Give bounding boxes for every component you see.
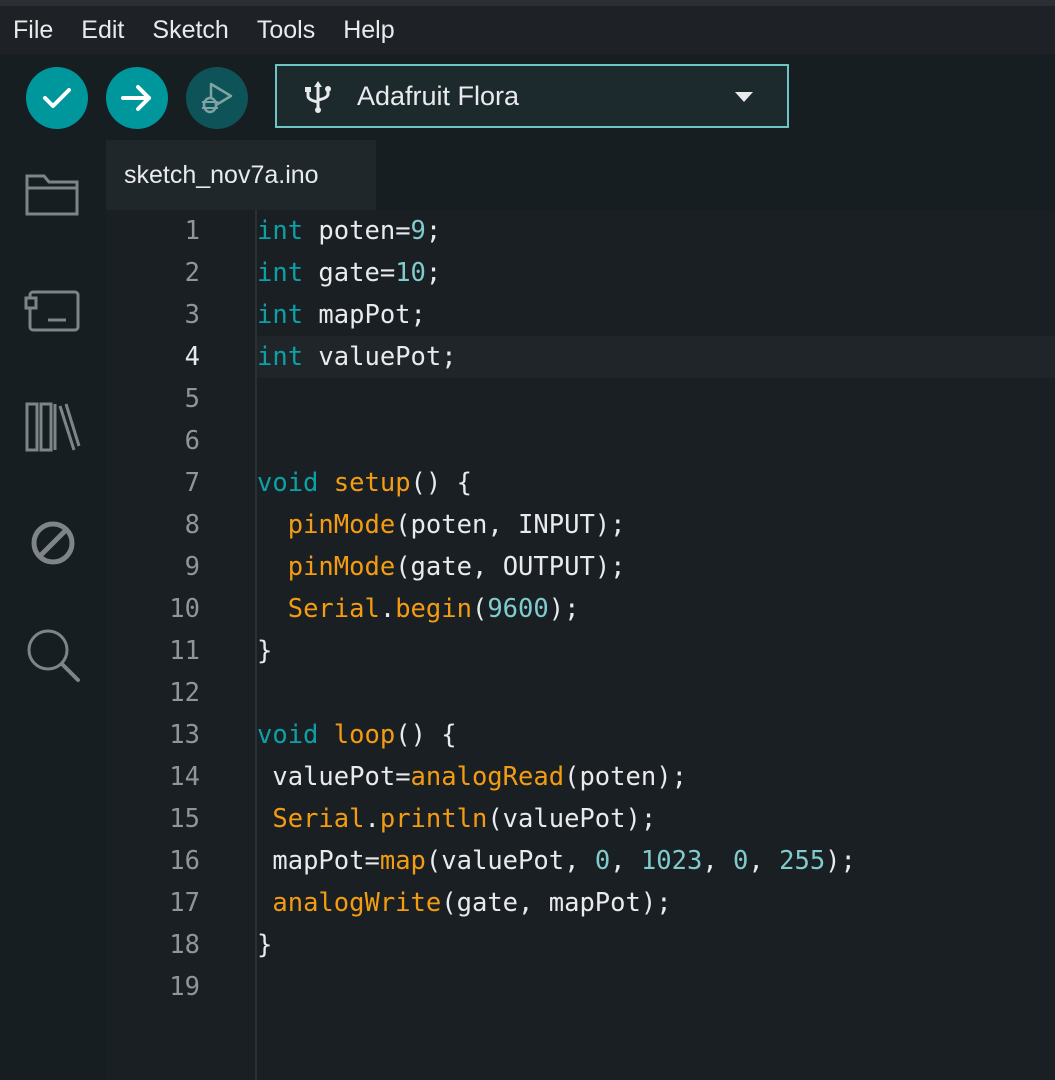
sidebar	[0, 140, 106, 1080]
line-text: void loop() {	[257, 720, 457, 750]
menu-tools[interactable]: Tools	[243, 10, 329, 50]
code-line[interactable]: 19	[106, 966, 1055, 1008]
line-text: int valuePot;	[257, 336, 1055, 378]
code-line[interactable]: 3 int mapPot;	[106, 294, 1055, 336]
line-number: 14	[169, 762, 200, 792]
menu-file[interactable]: File	[0, 10, 67, 50]
checkmark-icon	[43, 88, 71, 108]
menu-help[interactable]: Help	[329, 10, 408, 50]
debug-play-icon	[202, 82, 233, 114]
code-line[interactable]: 1 int poten=9;	[106, 210, 1055, 252]
line-text: int gate=10;	[257, 258, 442, 288]
sketchbook-icon[interactable]	[24, 170, 82, 218]
boards-manager-icon[interactable]	[24, 286, 82, 334]
verify-button[interactable]	[26, 67, 88, 129]
tab-sketch-file[interactable]: sketch_nov7a.ino	[106, 140, 376, 210]
line-number: 8	[184, 510, 200, 540]
line-text: valuePot=analogRead(poten);	[272, 762, 687, 792]
library-manager-icon[interactable]	[24, 398, 82, 454]
line-text: analogWrite(gate, mapPot);	[272, 888, 672, 918]
line-text: }	[257, 636, 273, 666]
line-number: 5	[184, 384, 200, 414]
line-number: 1	[184, 216, 200, 246]
code-line[interactable]: 11}	[106, 630, 1055, 672]
code-line[interactable]: 10 Serial.begin(9600);	[106, 588, 1055, 630]
line-number: 15	[169, 804, 200, 834]
line-text: pinMode(poten, INPUT);	[287, 510, 626, 540]
code-line[interactable]: 6	[106, 420, 1055, 462]
line-number: 7	[184, 468, 200, 498]
code-line[interactable]: 5	[106, 378, 1055, 420]
tab-bar: sketch_nov7a.ino	[106, 140, 1055, 210]
code-line[interactable]: 9 pinMode(gate, OUTPUT);	[106, 546, 1055, 588]
chevron-down-icon	[735, 92, 753, 102]
code-line[interactable]: 17 analogWrite(gate, mapPot);	[106, 882, 1055, 924]
upload-button[interactable]	[106, 67, 168, 129]
code-line[interactable]: 13 void loop() {	[106, 714, 1055, 756]
line-text: }	[257, 930, 273, 960]
line-number: 18	[169, 930, 200, 960]
line-text: pinMode(gate, OUTPUT);	[287, 552, 626, 582]
line-number: 10	[169, 594, 200, 624]
code-line[interactable]: 14 valuePot=analogRead(poten);	[106, 756, 1055, 798]
code-line[interactable]: 15 Serial.println(valuePot);	[106, 798, 1055, 840]
code-line[interactable]: 4 int valuePot;	[106, 336, 1055, 378]
line-text: void setup() {	[257, 468, 472, 498]
line-number: 3	[184, 300, 200, 330]
code-line[interactable]: 18}	[106, 924, 1055, 966]
line-text: Serial.println(valuePot);	[272, 804, 657, 834]
board-selector[interactable]: Adafruit Flora	[275, 64, 789, 128]
board-name: Adafruit Flora	[357, 81, 520, 111]
code-line[interactable]: 12	[106, 672, 1055, 714]
line-number: 4	[184, 342, 200, 372]
line-number: 17	[169, 888, 200, 918]
line-number: 13	[169, 720, 200, 750]
menu-sketch[interactable]: Sketch	[138, 10, 242, 50]
code-line[interactable]: 2 int gate=10;	[106, 252, 1055, 294]
toolbar: Adafruit Flora	[0, 54, 1055, 140]
code-line[interactable]: 16 mapPot=map(valuePot, 0, 1023, 0, 255)…	[106, 840, 1055, 882]
code-line[interactable]: 7 void setup() {	[106, 462, 1055, 504]
line-number: 11	[169, 636, 200, 666]
line-number: 16	[169, 846, 200, 876]
debug-icon[interactable]	[24, 518, 82, 568]
menu-edit[interactable]: Edit	[67, 10, 138, 50]
line-text: int poten=9;	[257, 216, 442, 246]
search-icon[interactable]	[24, 626, 82, 684]
line-number: 9	[184, 552, 200, 582]
usb-icon	[305, 81, 331, 113]
line-number: 6	[184, 426, 200, 456]
debug-button[interactable]	[186, 67, 248, 129]
line-text: Serial.begin(9600);	[287, 594, 580, 624]
code-line[interactable]: 8 pinMode(poten, INPUT);	[106, 504, 1055, 546]
line-text: mapPot=map(valuePot, 0, 1023, 0, 255);	[272, 846, 856, 876]
code-editor[interactable]: 1 int poten=9; 2 int gate=10; 3 int mapPot; 4 i…	[106, 210, 1055, 1080]
arrow-right-icon	[121, 85, 151, 111]
menu-bar: File Edit Sketch Tools Help	[0, 0, 1055, 54]
line-text: int mapPot;	[257, 300, 426, 330]
line-number: 2	[184, 258, 200, 288]
line-number: 12	[169, 678, 200, 708]
line-number: 19	[169, 972, 200, 1002]
